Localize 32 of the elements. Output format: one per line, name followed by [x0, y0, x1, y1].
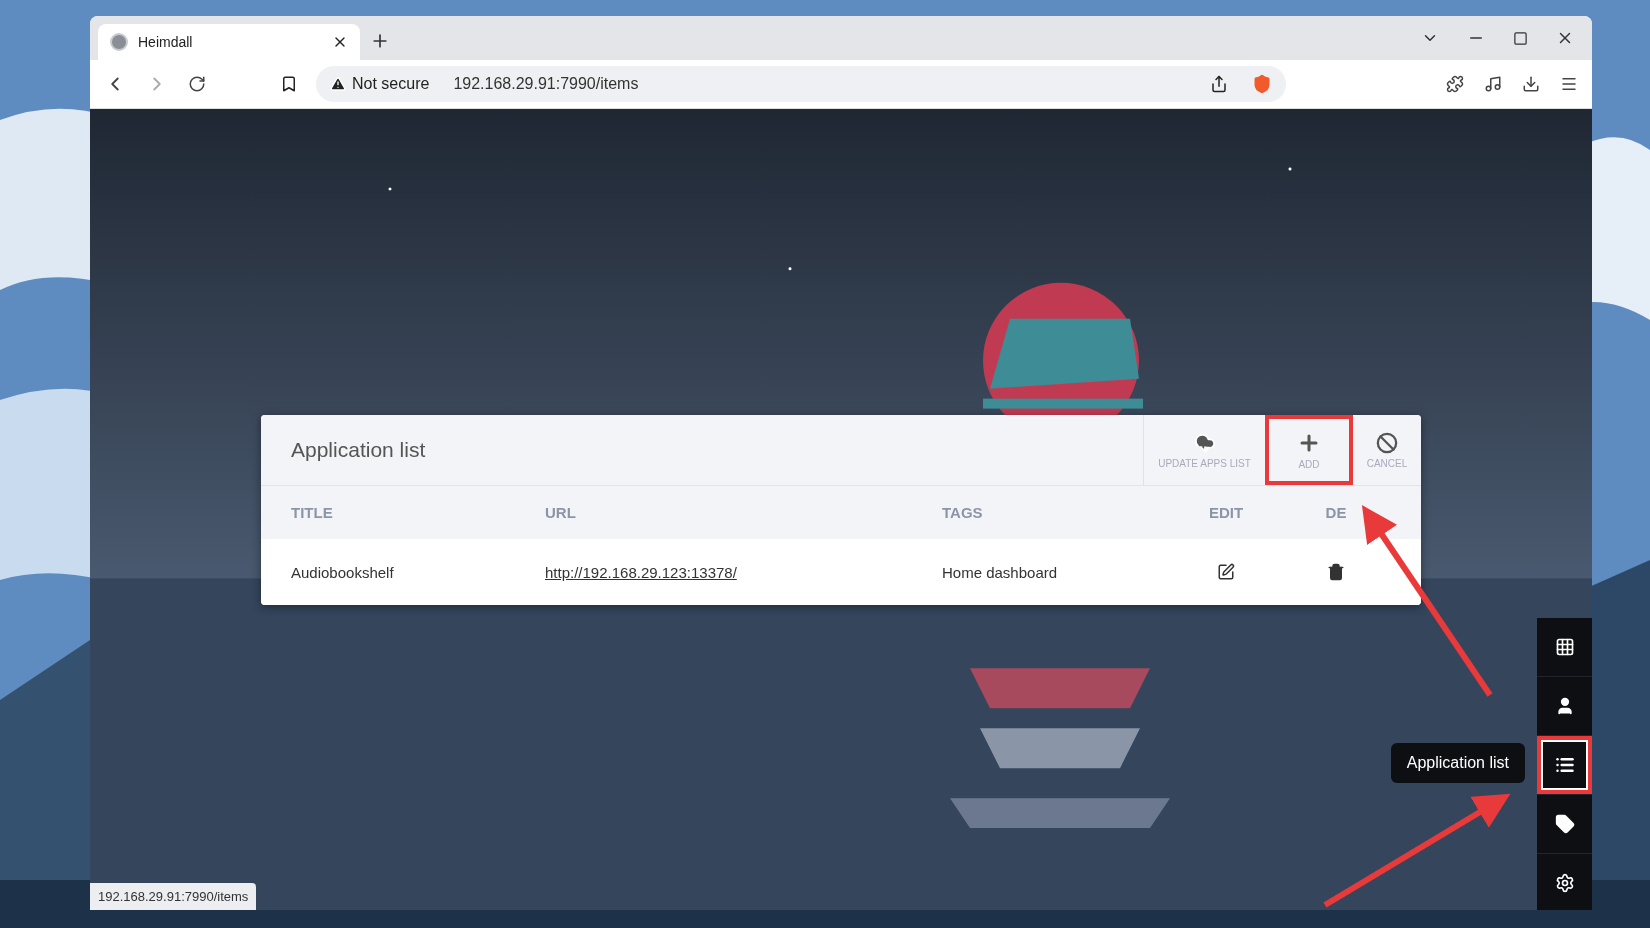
- maximize-icon[interactable]: [1513, 30, 1528, 46]
- cancel-icon: [1376, 431, 1398, 454]
- bookmark-icon[interactable]: [280, 75, 298, 93]
- tooltip: Application list: [1390, 743, 1525, 783]
- tag-icon: [1554, 814, 1575, 834]
- warning-icon: [330, 76, 346, 92]
- shield-icon[interactable]: [1252, 74, 1272, 94]
- grid-icon: [1554, 637, 1575, 657]
- browser-tab[interactable]: Heimdall: [98, 24, 360, 60]
- reload-icon[interactable]: [188, 75, 206, 93]
- column-header: URL: [545, 504, 576, 521]
- favicon-icon: [110, 33, 128, 51]
- list-button[interactable]: [1537, 736, 1592, 795]
- card-title: Application list: [290, 438, 427, 462]
- list-icon: [1554, 755, 1575, 775]
- table-cell-text: Home dashboard: [942, 563, 1059, 581]
- download-icon[interactable]: [1522, 75, 1540, 93]
- puzzle-icon[interactable]: [1446, 75, 1464, 93]
- music-icon[interactable]: [1484, 75, 1502, 93]
- menu-icon[interactable]: [1560, 75, 1578, 93]
- apps-button[interactable]: [1537, 618, 1592, 677]
- table-cell-text: Audiobookshelf: [291, 563, 395, 581]
- settings-icon: [1554, 873, 1575, 893]
- share-icon[interactable]: [1210, 75, 1228, 93]
- status-bar: 192.168.29.91:7990/items: [90, 883, 257, 910]
- security-label: Not secure: [352, 75, 430, 93]
- column-header: DE: [1325, 504, 1347, 521]
- column-header: TAGS: [942, 504, 983, 521]
- url-link[interactable]: http://192.168.29.123:13378/: [545, 563, 737, 581]
- url-text: 192.168.29.91:7990/items: [453, 75, 639, 93]
- column-header: TITLE: [291, 504, 333, 521]
- column-header: EDIT: [1208, 504, 1244, 521]
